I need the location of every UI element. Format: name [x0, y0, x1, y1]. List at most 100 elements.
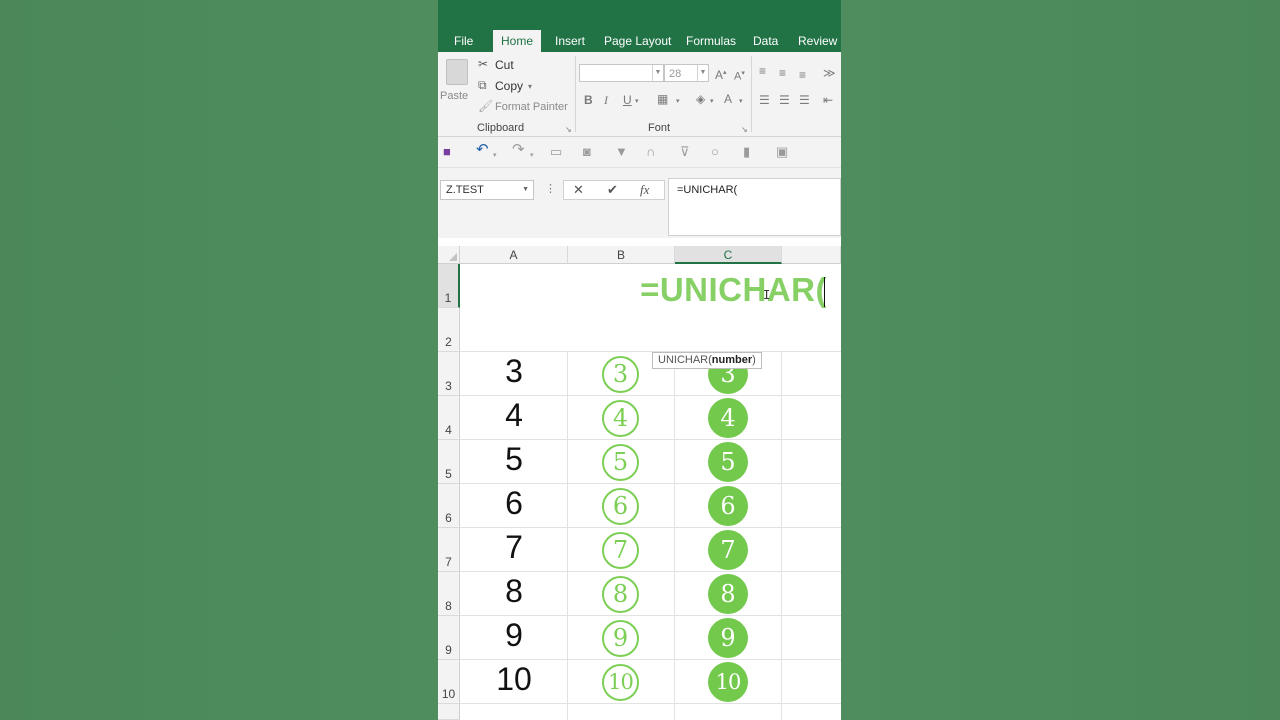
row-header-1[interactable]: 1	[438, 264, 460, 308]
comment-icon[interactable]: ▭	[550, 145, 562, 159]
cell-b7[interactable]: 7	[602, 532, 639, 569]
cell-a4[interactable]: 4	[460, 397, 568, 434]
tab-file[interactable]: File	[454, 30, 473, 52]
insert-function-icon[interactable]: fx	[640, 182, 649, 198]
borders-icon[interactable]: ▦	[657, 92, 668, 106]
cell-b10[interactable]: 10	[602, 664, 639, 701]
cell-c7[interactable]: 7	[708, 530, 748, 570]
cell-c6[interactable]: 6	[708, 486, 748, 526]
enter-icon[interactable]: ✔	[607, 182, 618, 198]
row-header-8[interactable]: 8	[438, 572, 460, 616]
cell-a9[interactable]: 9	[460, 617, 568, 654]
cell-a5[interactable]: 5	[460, 441, 568, 478]
copy-button[interactable]: ⧉ Copy ▾	[478, 78, 568, 94]
align-bottom-icon[interactable]: ≡	[799, 68, 806, 82]
row-header-7[interactable]: 7	[438, 528, 460, 572]
formula-input[interactable]: =UNICHAR(	[668, 178, 841, 236]
paste-button[interactable]: Paste	[440, 57, 471, 115]
decrease-indent-icon[interactable]: ⇤	[823, 93, 833, 107]
cell-b5[interactable]: 5	[602, 444, 639, 481]
paintbrush-icon: 🖌	[478, 99, 494, 113]
column-header-b[interactable]: B	[568, 246, 675, 264]
align-left-icon[interactable]: ☰	[759, 93, 770, 107]
chevron-down-icon[interactable]: ▾	[710, 95, 714, 109]
cell-c4[interactable]: 4	[708, 398, 748, 438]
active-cell-editor[interactable]: =UNICHAR(	[460, 264, 841, 309]
cell-b4[interactable]: 4	[602, 400, 639, 437]
cut-label: Cut	[495, 58, 514, 72]
column-header-d[interactable]	[782, 246, 841, 264]
curve-icon[interactable]: ∩	[646, 145, 655, 159]
orientation-icon[interactable]: ≫	[823, 66, 836, 80]
fill-color-icon[interactable]: ◈	[696, 92, 705, 106]
row-header-4[interactable]: 4	[438, 396, 460, 440]
column-header-a[interactable]: A	[460, 246, 568, 264]
row-header-5[interactable]: 5	[438, 440, 460, 484]
shape-icon[interactable]: ○	[711, 145, 719, 159]
cell-b8[interactable]: 8	[602, 576, 639, 613]
tab-home[interactable]: Home	[493, 30, 542, 52]
chevron-down-icon[interactable]: ▾	[676, 95, 680, 109]
chart-icon[interactable]: ▮	[743, 145, 750, 159]
format-painter-button[interactable]: 🖌 Format Painter	[478, 99, 578, 115]
tab-insert[interactable]: Insert	[555, 30, 585, 52]
font-color-icon[interactable]: A	[724, 92, 732, 106]
name-box[interactable]: Z.TEST ▼	[440, 180, 534, 200]
tab-review[interactable]: Review	[798, 30, 837, 52]
cell-b6[interactable]: 6	[602, 488, 639, 525]
chevron-down-icon[interactable]: ▾	[739, 95, 743, 109]
cell-c9[interactable]: 9	[708, 618, 748, 658]
chevron-down-icon[interactable]: ▾	[493, 149, 497, 163]
row-header-9[interactable]: 9	[438, 616, 460, 660]
italic-button[interactable]: I	[604, 93, 608, 107]
align-top-icon[interactable]: ≡	[759, 64, 766, 78]
cut-button[interactable]: ✂ Cut	[478, 57, 568, 73]
tab-formulas[interactable]: Formulas	[686, 30, 736, 52]
redo-icon[interactable]: ↷	[512, 142, 525, 157]
cell-a7[interactable]: 7	[460, 529, 568, 566]
tab-data[interactable]: Data	[753, 30, 778, 52]
cell-b9[interactable]: 9	[602, 620, 639, 657]
font-size-select[interactable]: 28 ▼	[664, 64, 709, 82]
gridline	[460, 659, 841, 660]
tab-page-layout[interactable]: Page Layout	[604, 30, 671, 52]
chevron-down-icon: ▼	[697, 65, 708, 81]
dialog-launcher-icon[interactable]: ↘	[565, 123, 572, 137]
function-tooltip[interactable]: UNICHAR(number)	[652, 352, 762, 369]
cell-a3[interactable]: 3	[460, 353, 568, 390]
row-header-10[interactable]: 10	[438, 660, 460, 704]
chevron-down-icon[interactable]: ▾	[635, 95, 639, 109]
align-middle-icon[interactable]: ≡	[779, 66, 786, 80]
align-right-icon[interactable]: ☰	[799, 93, 810, 107]
cell-c5[interactable]: 5	[708, 442, 748, 482]
save-icon[interactable]: ■	[443, 145, 451, 159]
undo-icon[interactable]: ↶	[476, 142, 489, 157]
cell-a6[interactable]: 6	[460, 485, 568, 522]
align-center-icon[interactable]: ☰	[779, 93, 790, 107]
underline-button[interactable]: U	[623, 93, 632, 107]
row-header-6[interactable]: 6	[438, 484, 460, 528]
camera-icon[interactable]: ◙	[583, 145, 591, 159]
group-divider	[575, 56, 576, 132]
filter-icon[interactable]: ▼	[615, 145, 628, 159]
font-name-select[interactable]: ▼	[579, 64, 664, 82]
bold-button[interactable]: B	[584, 93, 593, 107]
shrink-font-icon[interactable]: A▾	[734, 67, 745, 84]
column-header-c[interactable]: C	[675, 246, 782, 264]
row-header-2[interactable]: 2	[438, 308, 460, 352]
cell-a8[interactable]: 8	[460, 573, 568, 610]
clear-filter-icon[interactable]: ⊽	[680, 145, 690, 159]
dialog-launcher-icon[interactable]: ↘	[741, 123, 748, 137]
cell-c8[interactable]: 8	[708, 574, 748, 614]
cell-a10[interactable]: 10	[460, 661, 568, 698]
row-header-3[interactable]: 3	[438, 352, 460, 396]
row-header-11[interactable]	[438, 704, 460, 720]
grow-font-icon[interactable]: A▴	[715, 66, 727, 82]
cell-c10[interactable]: 10	[708, 662, 748, 702]
screen-icon[interactable]: ▣	[776, 145, 788, 159]
cell-b3[interactable]: 3	[602, 356, 639, 393]
more-options-icon[interactable]: ⋮	[545, 182, 556, 196]
chevron-down-icon[interactable]: ▾	[530, 149, 534, 163]
cancel-icon[interactable]: ✕	[573, 182, 584, 198]
select-all-button[interactable]	[438, 246, 460, 264]
